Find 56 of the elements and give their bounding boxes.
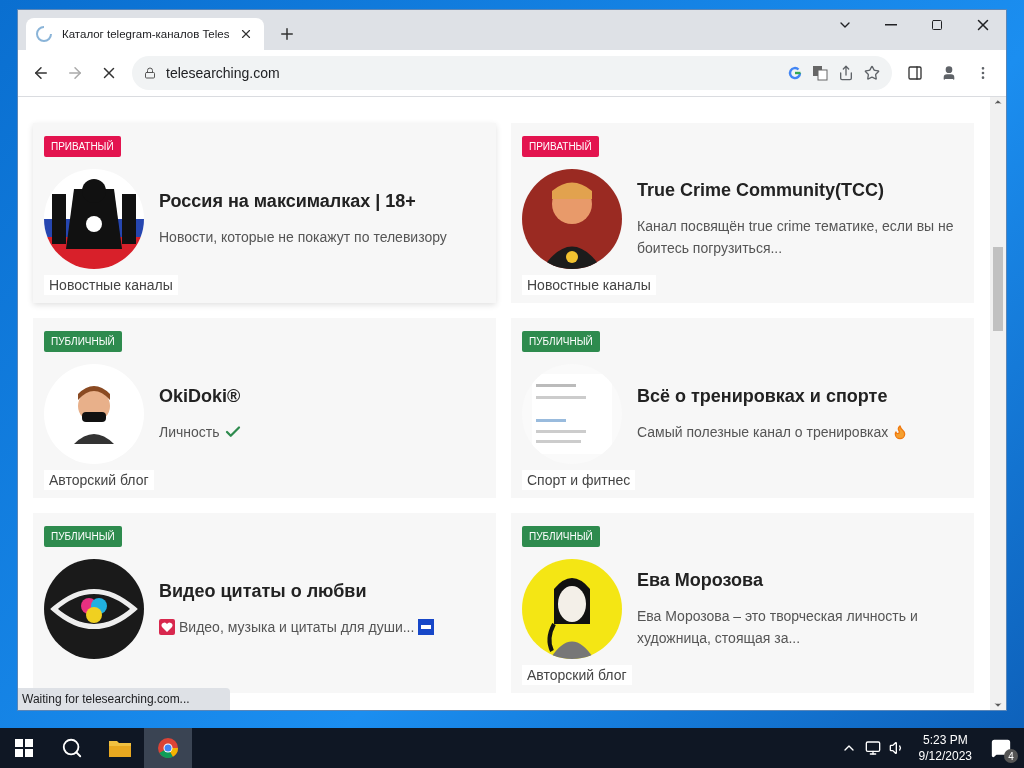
maximize-icon [931,19,943,31]
folder-icon [109,739,131,757]
translate-icon[interactable] [812,65,828,81]
search-icon [61,737,83,759]
channel-badge: ПУБЛИЧНЫЙ [44,331,122,352]
channel-title: True Crime Community(TCC) [637,179,886,201]
channel-category: Новостные каналы [44,275,178,295]
plus-icon [278,25,296,43]
channel-badge: ПРИВАТНЫЙ [44,136,121,157]
google-icon[interactable] [788,66,802,80]
scrollbar-thumb[interactable] [993,247,1003,331]
channel-category: Новостные каналы [522,275,656,295]
chrome-icon [157,737,179,759]
notifications-button[interactable]: 4 [986,733,1016,763]
channel-description: Самый полезные канал о тренировках [637,422,889,442]
network-icon[interactable] [864,740,881,756]
address-bar[interactable]: telesearching.com [132,56,892,90]
channel-badge: ПУБЛИЧНЫЙ [522,526,600,547]
channel-description: Ева Морозова – это творческая личность и художница, стоящая за... [637,606,919,648]
channel-description: Канал посвящён true crime тематике, если вы не боитесь погрузиться... [637,216,955,258]
scroll-down-icon[interactable] [993,700,1003,710]
chrome-button[interactable] [144,728,192,768]
channel-description: Видео, музыка и цитаты для души... [179,617,415,637]
browser-tab[interactable]: Каталог telegram-каналов Teles [26,18,264,50]
lock-icon [144,67,156,79]
channel-description: Новости, которые не покажут по телевизору [159,227,447,247]
channel-card[interactable]: ПУБЛИЧНЫЙ Всё о тренировках и спорте Самый полезные канал о тренировках Спорт и фитнес [511,318,974,498]
clock[interactable]: 5:23 PM 9/12/2023 [912,732,978,764]
loading-icon [36,26,52,42]
channel-card[interactable]: ПРИВАТНЫЙ Россия на максималках | 18+ Новости, которые не покажут по телевизору Новостные каналы [33,123,496,303]
channel-card[interactable]: ПУБЛИЧНЫЙ Ева Морозова Ева Морозова – это творческая личность и художница, стоящая за... Авторский блог [511,513,974,693]
share-icon[interactable] [838,65,854,81]
channel-category: Авторский блог [522,665,632,685]
bookmark-star-icon[interactable] [864,65,880,81]
channel-category: Авторский блог [44,470,154,490]
channel-title: OkiDoki® [159,385,242,407]
status-bar: Waiting for telesearching.com... [18,688,230,710]
channel-card[interactable]: ПРИВАТНЫЙ True Crime Community(TCC) Канал посвящён true crime тематике, если вы не боитесь погрузиться... Новостные каналы [511,123,974,303]
channel-badge: ПУБЛИЧНЫЙ [522,331,600,352]
channel-title: Видео цитаты о любви [159,580,368,602]
scroll-up-icon[interactable] [993,97,1003,107]
minimize-icon [885,24,897,26]
forward-arrow-icon [66,64,84,82]
channel-badge: ПУБЛИЧНЫЙ [44,526,122,547]
side-panel-icon [907,65,923,81]
channel-description: Личность [159,422,220,442]
channel-title: Всё о тренировках и спорте [637,385,889,407]
channel-category: Спорт и фитнес [522,470,636,490]
windows-icon [15,739,33,757]
scrollbar[interactable] [990,97,1006,710]
channel-title: Россия на максималках | 18+ [159,190,417,212]
channel-card[interactable]: ПУБЛИЧНЫЙ Видео цитаты о любви Видео, музыка и цитаты для души... [33,513,496,693]
channel-badge: ПРИВАТНЫЙ [522,136,599,157]
channel-title: Ева Морозова [637,569,764,591]
channel-card[interactable]: ПУБЛИЧНЫЙ OkiDoki® Личность Авторский блог [33,318,496,498]
person-icon [941,65,957,81]
